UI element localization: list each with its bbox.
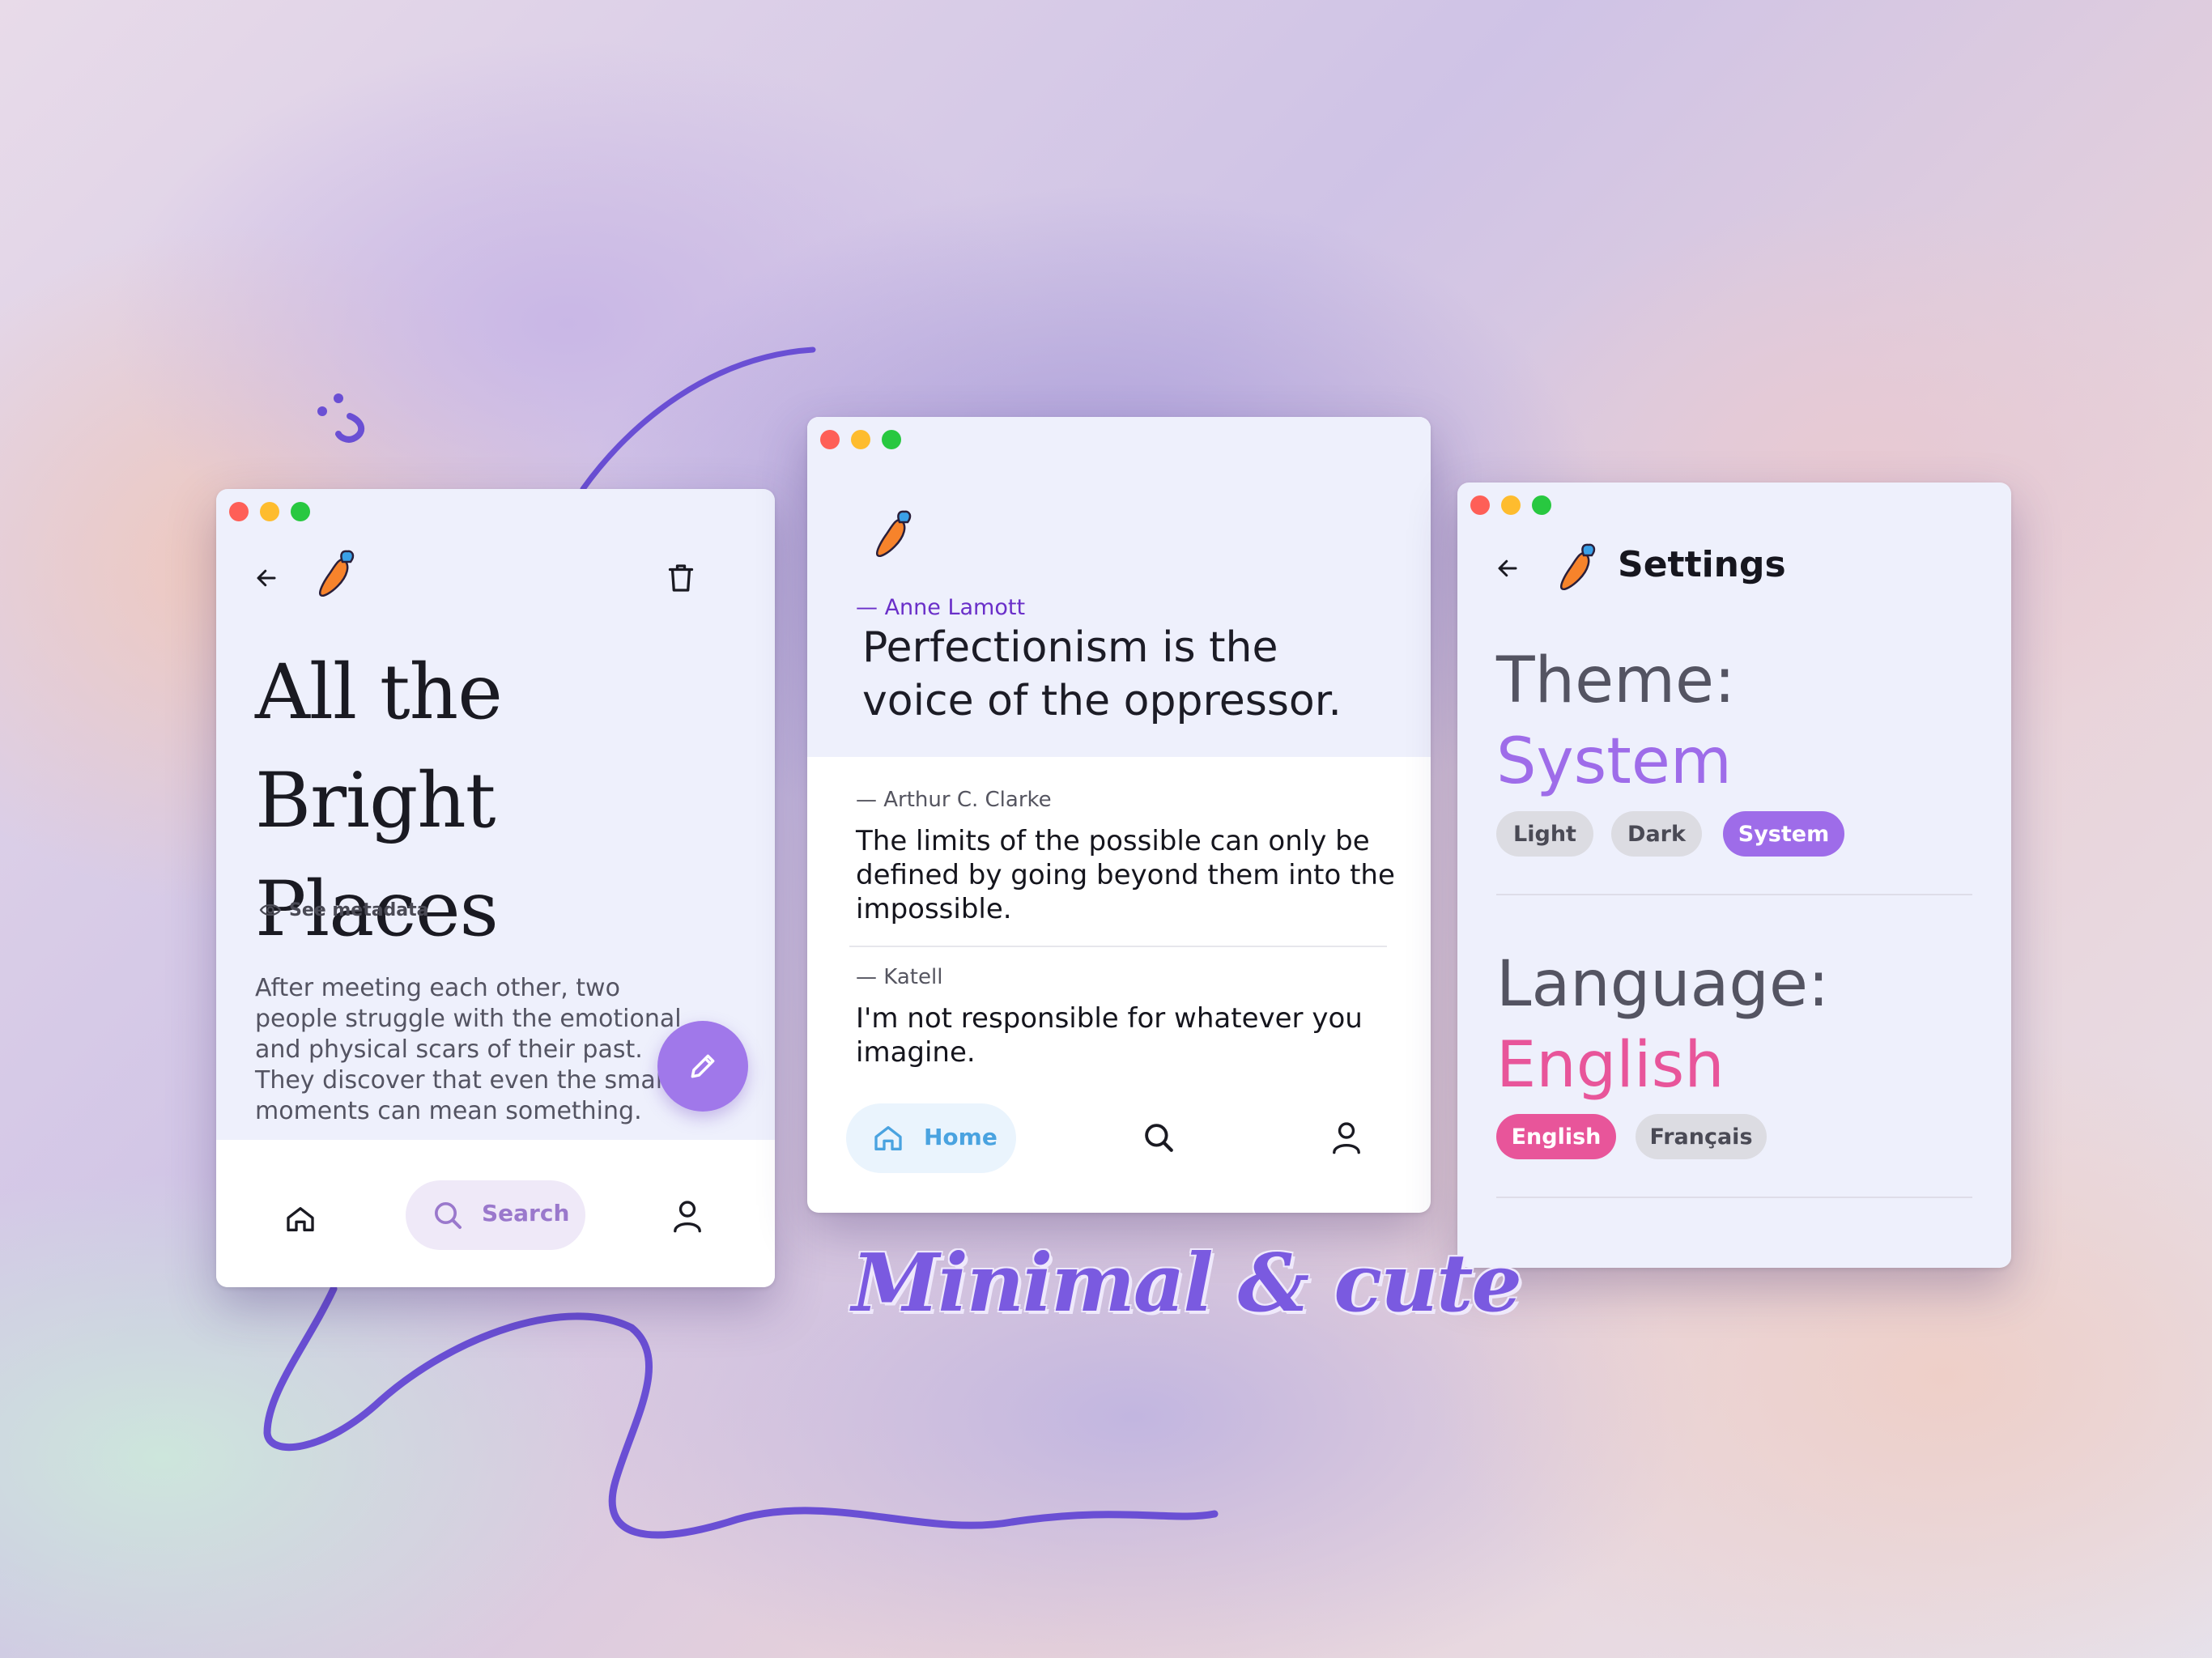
bottom-navigation: Search: [216, 1140, 775, 1287]
carrot-logo-icon: [1553, 541, 1602, 594]
window-controls: [229, 502, 310, 521]
maximize-window-button[interactable]: [291, 502, 310, 521]
window-controls: [1470, 495, 1551, 515]
minimize-window-button[interactable]: [1501, 495, 1521, 515]
language-label: Language:: [1496, 948, 1830, 1021]
language-option-francais[interactable]: Français: [1636, 1114, 1767, 1159]
pencil-icon: [687, 1050, 719, 1082]
close-window-button[interactable]: [229, 502, 249, 521]
page-title: Settings: [1618, 544, 1786, 585]
window-controls: [820, 430, 901, 449]
theme-label: Theme:: [1496, 644, 1736, 717]
theme-option-light[interactable]: Light: [1496, 811, 1593, 857]
back-arrow-icon[interactable]: [247, 559, 286, 597]
quotes-window: — Anne Lamott Perfectionism is the voice…: [807, 417, 1431, 1213]
featured-quote-text: Perfectionism is the voice of the oppres…: [862, 623, 1342, 725]
quote-author: — Katell: [856, 965, 943, 989]
see-metadata-link[interactable]: See metadata: [289, 900, 429, 920]
home-tab[interactable]: Home: [846, 1103, 1016, 1173]
maximize-window-button[interactable]: [1532, 495, 1551, 515]
settings-window: Settings Theme: System Light Dark System…: [1457, 483, 2011, 1268]
book-description: After meeting each other, two people str…: [255, 974, 707, 1125]
quote-text[interactable]: The limits of the possible can only be d…: [856, 824, 1406, 926]
section-divider: [1496, 894, 1972, 895]
theme-option-system[interactable]: System: [1723, 811, 1844, 857]
list-divider: [849, 946, 1387, 947]
carrot-logo-icon: [870, 508, 916, 561]
home-icon[interactable]: [278, 1197, 323, 1242]
search-tab-label: Search: [482, 1200, 570, 1226]
close-window-button[interactable]: [1470, 495, 1490, 515]
trash-icon[interactable]: [657, 554, 705, 602]
edit-button[interactable]: [657, 1021, 748, 1112]
tagline: Minimal & cute: [852, 1237, 1522, 1330]
language-value: English: [1496, 1029, 1725, 1102]
user-icon[interactable]: [665, 1193, 710, 1239]
book-detail-window: All the Bright Places See metadata After…: [216, 489, 775, 1287]
home-icon: [870, 1120, 906, 1156]
theme-option-dark[interactable]: Dark: [1611, 811, 1702, 857]
maximize-window-button[interactable]: [882, 430, 901, 449]
theme-value: System: [1496, 725, 1732, 798]
carrot-logo-icon: [312, 547, 360, 601]
search-icon: [430, 1197, 466, 1233]
home-tab-label: Home: [924, 1124, 998, 1150]
close-window-button[interactable]: [820, 430, 840, 449]
quote-author: — Arthur C. Clarke: [856, 788, 1052, 812]
user-icon[interactable]: [1324, 1115, 1369, 1160]
quote-text[interactable]: I'm not responsible for whatever you ima…: [856, 1001, 1406, 1069]
eye-icon: [257, 896, 284, 924]
search-icon[interactable]: [1136, 1115, 1181, 1160]
minimize-window-button[interactable]: [851, 430, 870, 449]
search-tab[interactable]: Search: [406, 1180, 585, 1250]
featured-quote-author: — Anne Lamott: [856, 595, 1026, 620]
minimize-window-button[interactable]: [260, 502, 279, 521]
back-arrow-icon[interactable]: [1488, 549, 1527, 588]
section-divider: [1496, 1197, 1972, 1198]
language-option-english[interactable]: English: [1496, 1114, 1616, 1159]
smiley-doodle: [317, 393, 364, 443]
